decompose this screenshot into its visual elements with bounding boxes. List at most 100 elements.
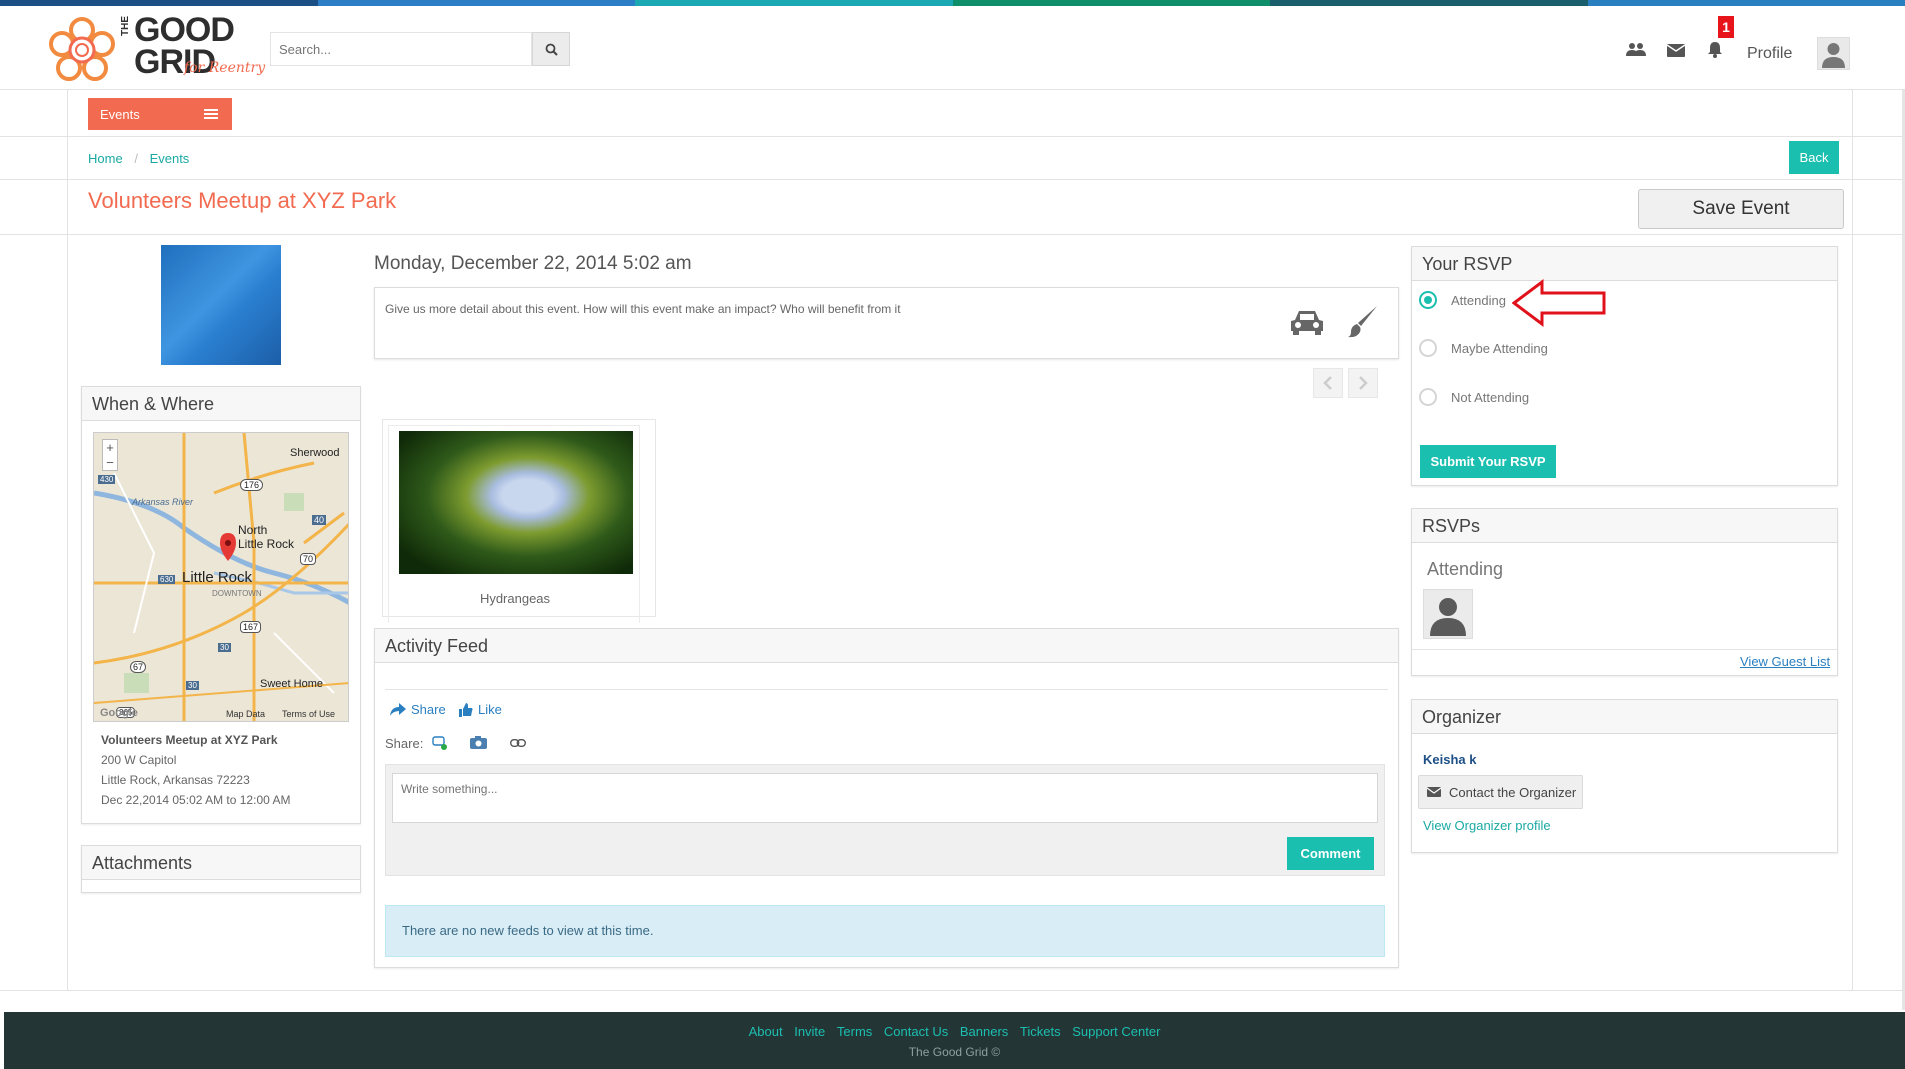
attachments-heading: Attachments <box>82 846 360 880</box>
footer-copyright: The Good Grid © <box>908 1045 1001 1059</box>
submit-rsvp-button[interactable]: Submit Your RSVP <box>1420 445 1556 478</box>
view-organizer-profile-link[interactable]: View Organizer profile <box>1423 818 1551 833</box>
organizer-name[interactable]: Keisha k <box>1423 752 1476 767</box>
rsvp-option-label: Not Attending <box>1451 389 1530 405</box>
rsvps-panel: RSVPs <box>1411 508 1838 676</box>
zoom-in-button[interactable]: + <box>103 440 117 455</box>
zoom-out-button[interactable]: − <box>103 455 117 470</box>
when-where-heading: When & Where <box>82 387 360 421</box>
location-map[interactable]: + − Sherwood North Little Rock Little Roc… <box>93 432 349 722</box>
link-icon[interactable] <box>510 739 526 747</box>
page-title: Volunteers Meetup at XYZ Park <box>88 188 397 213</box>
map-shield: 67 <box>130 661 147 673</box>
car-icon[interactable] <box>1289 308 1325 336</box>
footer-link-contact[interactable]: Contact Us <box>884 1024 948 1039</box>
divider <box>385 689 1388 690</box>
envelope-icon <box>1427 787 1441 797</box>
gallery-next-button[interactable] <box>1348 368 1378 398</box>
map-data-link[interactable]: Map Data <box>226 709 265 719</box>
logo-the: THE <box>120 16 131 36</box>
status-update-icon[interactable] <box>432 736 448 750</box>
activity-feed-heading: Activity Feed <box>375 629 1398 663</box>
map-provider-logo: Google <box>100 707 138 719</box>
share-type-label: Share: <box>385 736 424 751</box>
footer-links: About Invite Terms Contact Us Banners Ti… <box>4 1024 1905 1039</box>
footer-link-support[interactable]: Support Center <box>1072 1024 1160 1039</box>
breadcrumb-home[interactable]: Home <box>88 151 123 166</box>
map-place-label: DOWNTOWN <box>212 589 262 598</box>
breadcrumb: Home / Events <box>88 151 189 166</box>
radio-not-attending[interactable] <box>1419 388 1437 406</box>
user-avatar-icon <box>1430 598 1466 636</box>
divider <box>1412 649 1837 650</box>
map-shield: 430 <box>98 475 116 484</box>
site-footer: About Invite Terms Contact Us Banners Ti… <box>4 1012 1905 1069</box>
map-zoom-control[interactable]: + − <box>102 439 118 471</box>
bell-icon[interactable] <box>1704 39 1726 59</box>
rsvp-option-maybe[interactable]: Maybe Attending <box>1419 339 1548 357</box>
contact-organizer-button[interactable]: Contact the Organizer <box>1418 775 1583 809</box>
profile-link[interactable]: Profile <box>1747 45 1792 63</box>
guest-avatar[interactable] <box>1423 589 1473 639</box>
thumbs-up-icon <box>459 702 473 717</box>
map-terms-link[interactable]: Terms of Use <box>282 709 335 719</box>
rsvp-option-not-attending[interactable]: Not Attending <box>1419 388 1529 406</box>
map-shield: 176 <box>240 479 264 491</box>
chevron-left-icon <box>1323 376 1332 390</box>
search-button[interactable] <box>532 32 570 66</box>
top-header: THE GOOD GRID for Reentry 1 Profile <box>0 6 1905 90</box>
attending-heading: Attending <box>1427 559 1504 579</box>
gallery-photo[interactable] <box>399 431 633 574</box>
logo-subtitle: for Reentry <box>184 60 266 76</box>
rsvp-option-attending[interactable]: Attending <box>1419 291 1506 309</box>
footer-link-about[interactable]: About <box>749 1024 783 1039</box>
comment-input[interactable] <box>392 773 1378 823</box>
camera-icon[interactable] <box>470 736 487 749</box>
footer-link-terms[interactable]: Terms <box>837 1024 872 1039</box>
comment-button[interactable]: Comment <box>1287 837 1374 870</box>
user-avatar[interactable] <box>1817 37 1850 70</box>
map-place-label: North <box>238 523 268 537</box>
your-rsvp-heading: Your RSVP <box>1412 247 1837 281</box>
footer-link-invite[interactable]: Invite <box>794 1024 825 1039</box>
radio-maybe-attending[interactable] <box>1419 339 1437 357</box>
back-button[interactable]: Back <box>1789 141 1839 174</box>
paintbrush-icon[interactable] <box>1347 304 1379 338</box>
view-guest-list-link[interactable]: View Guest List <box>1740 654 1830 669</box>
attachments-panel: Attachments <box>81 845 361 893</box>
gallery-item-frame: Hydrangeas <box>388 425 640 623</box>
no-feeds-alert: There are no new feeds to view at this t… <box>385 905 1385 957</box>
good-grid-logo[interactable]: THE GOOD GRID for Reentry <box>48 10 270 88</box>
save-event-button[interactable]: Save Event <box>1638 189 1844 229</box>
search-box <box>270 32 570 66</box>
divider <box>0 136 1905 137</box>
frame-divider-right <box>1852 90 1853 990</box>
gallery-prev-button[interactable] <box>1313 368 1343 398</box>
events-menu-button[interactable]: Events <box>88 98 232 130</box>
address-line1: 200 W Capitol <box>101 753 177 767</box>
users-icon[interactable] <box>1625 40 1647 60</box>
search-input[interactable] <box>270 32 532 66</box>
breadcrumb-events[interactable]: Events <box>150 151 190 166</box>
share-icon <box>390 703 406 716</box>
breadcrumb-separator: / <box>134 151 138 166</box>
rsvps-heading: RSVPs <box>1412 509 1837 543</box>
map-river-label: Arkansas River <box>132 497 194 507</box>
gallery-item[interactable]: Hydrangeas <box>382 419 656 623</box>
event-date: Monday, December 22, 2014 5:02 am <box>374 253 692 274</box>
logo-good: GOOD <box>134 11 235 49</box>
map-place-label: Sweet Home <box>260 678 323 690</box>
footer-link-banners[interactable]: Banners <box>960 1024 1008 1039</box>
share-label: Share <box>411 702 446 717</box>
map-place-label: Little Rock <box>238 537 295 551</box>
comment-composer <box>385 764 1385 876</box>
event-image <box>161 245 281 365</box>
like-button[interactable]: Like <box>459 702 502 717</box>
footer-link-tickets[interactable]: Tickets <box>1020 1024 1061 1039</box>
radio-attending[interactable] <box>1419 291 1437 309</box>
share-button[interactable]: Share <box>390 702 446 717</box>
frame-divider-left <box>67 90 68 990</box>
event-description-text: Give us more detail about this event. Ho… <box>385 302 901 316</box>
map-place-label: Little Rock <box>182 569 253 586</box>
envelope-icon[interactable] <box>1665 40 1687 60</box>
